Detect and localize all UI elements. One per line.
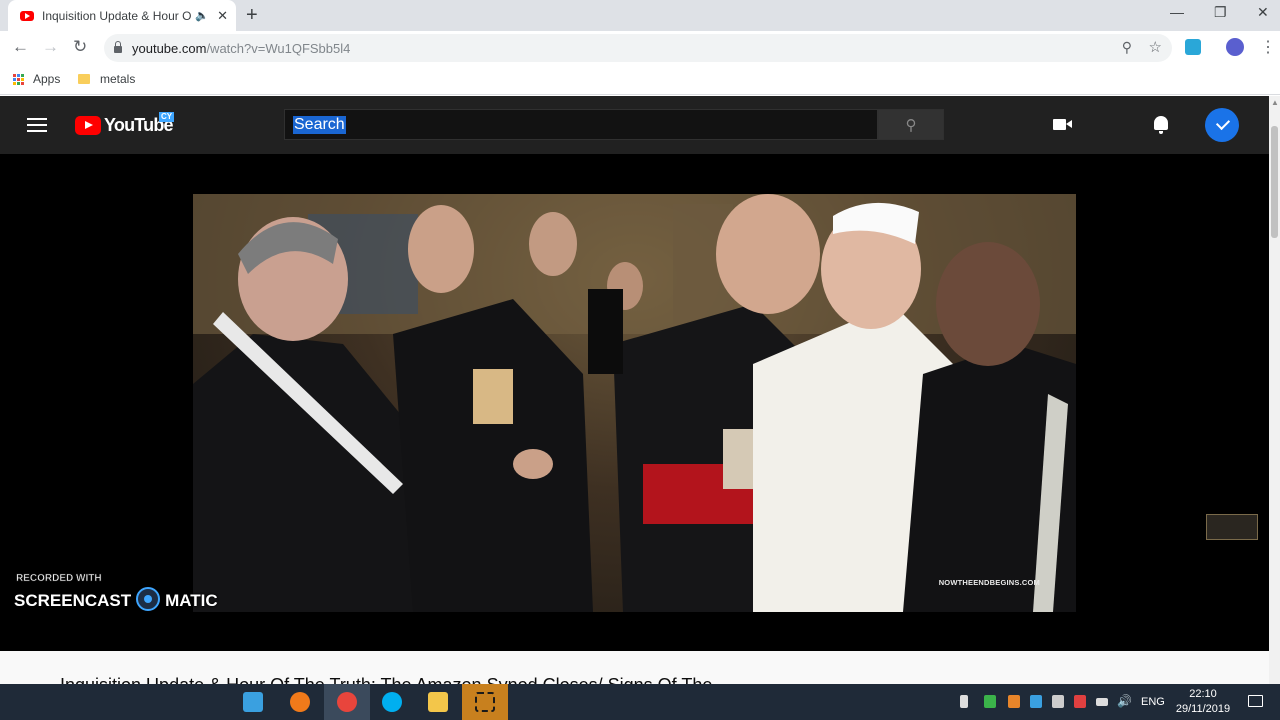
tab-strip: Inquisition Update & Hour Of The Truth 🔈… — [0, 0, 1280, 31]
taskbar-app-3d-builder[interactable] — [230, 684, 276, 720]
battery-icon[interactable] — [1096, 698, 1108, 706]
search-query-text: Search — [293, 115, 346, 134]
record-dot-icon — [136, 587, 161, 611]
folder-icon — [78, 74, 90, 84]
extension-icon[interactable] — [1185, 39, 1201, 55]
skype-icon — [382, 692, 402, 712]
window-close-icon[interactable]: ✕ — [1257, 4, 1269, 21]
firefox-icon — [290, 692, 310, 712]
system-clock[interactable]: 22:10 29/11/2019 — [1170, 687, 1236, 717]
hamburger-menu-icon[interactable] — [27, 118, 47, 132]
browser-toolbar: ← → ↻ youtube.com/watch?v=Wu1QFSbb5l4 ⚲ … — [0, 31, 1280, 65]
video-frame-image — [193, 194, 1076, 612]
video-player[interactable]: NOWTHEENDBEGINS.COM — [193, 194, 1076, 612]
apps-grid-icon — [13, 73, 24, 85]
cube-icon — [243, 692, 263, 712]
taskbar-app-chrome[interactable] — [324, 684, 370, 720]
clock-date: 29/11/2019 — [1175, 703, 1231, 715]
reload-icon[interactable]: ↻ — [73, 37, 87, 57]
zoom-icon[interactable]: ⚲ — [1122, 39, 1132, 56]
tray-app-icon[interactable] — [1008, 695, 1020, 708]
url-path: /watch?v=Wu1QFSbb5l4 — [206, 40, 351, 56]
action-center-icon[interactable] — [1248, 695, 1263, 707]
clock-time: 22:10 — [1189, 688, 1217, 700]
taskbar-app-screencast[interactable] — [462, 684, 508, 720]
tray-app-icon[interactable] — [1030, 695, 1042, 708]
screencast-brand: SCREENCAST MATIC — [14, 587, 218, 611]
taskbar-app-skype[interactable] — [369, 684, 415, 720]
scrollbar-thumb[interactable] — [1271, 126, 1278, 238]
url-host: youtube.com — [132, 40, 207, 56]
bookmark-star-icon[interactable]: ☆ — [1149, 38, 1162, 56]
bookmark-label: metals — [100, 72, 136, 86]
search-icon: ⚲ — [905, 116, 917, 134]
bookmark-label: Apps — [33, 72, 61, 86]
youtube-favicon-icon — [20, 10, 34, 21]
windows-taskbar: 🔊 ENG 22:10 29/11/2019 — [0, 684, 1280, 720]
screencast-brand-left: SCREENCAST — [14, 591, 132, 610]
tray-app-icon[interactable] — [1074, 695, 1086, 708]
scroll-up-arrow-icon[interactable]: ▲ — [1271, 98, 1279, 107]
bookmarks-bar: Apps metals — [0, 65, 1280, 95]
browser-tab[interactable]: Inquisition Update & Hour Of The Truth 🔈… — [8, 0, 236, 31]
youtube-logo[interactable]: YouTube CY — [75, 112, 175, 136]
minimize-icon[interactable]: — — [1170, 4, 1184, 20]
taskbar-app-firefox[interactable] — [277, 684, 323, 720]
chrome-menu-icon[interactable]: ⋮ — [1260, 37, 1276, 57]
taskbar-app-file-explorer[interactable] — [415, 684, 461, 720]
bookmark-apps[interactable]: Apps — [13, 72, 60, 86]
profile-avatar-icon[interactable] — [1226, 38, 1244, 56]
country-code-badge: CY — [159, 112, 175, 122]
language-indicator[interactable]: ENG — [1141, 696, 1165, 708]
back-arrow-icon[interactable]: ← — [12, 37, 29, 57]
create-video-icon[interactable] — [1053, 119, 1072, 130]
screen-capture-icon — [475, 692, 495, 712]
video-watermark: NOWTHEENDBEGINS.COM — [938, 578, 1040, 587]
restore-icon[interactable]: ❐ — [1214, 4, 1227, 21]
folder-icon — [428, 692, 448, 712]
address-bar[interactable]: youtube.com/watch?v=Wu1QFSbb5l4 ⚲ ☆ — [104, 34, 1172, 62]
recorded-with-label: RECORDED WITH — [16, 573, 102, 585]
forward-arrow-icon[interactable]: → — [42, 37, 59, 57]
tab-close-icon[interactable]: ✕ — [217, 8, 228, 24]
volume-icon[interactable]: 🔊 — [1117, 694, 1132, 708]
youtube-header: YouTube CY Search ⚲ — [0, 96, 1269, 154]
network-icon[interactable] — [1052, 695, 1064, 708]
channel-branding-watermark[interactable] — [1206, 514, 1258, 540]
lock-icon — [114, 41, 122, 53]
new-tab-button[interactable]: + — [246, 4, 258, 26]
page-scrollbar[interactable]: ▲ — [1269, 96, 1280, 684]
search-button[interactable]: ⚲ — [878, 109, 944, 140]
screencast-brand-right: MATIC — [165, 591, 218, 610]
bookmark-metals[interactable]: metals — [78, 72, 135, 86]
account-avatar[interactable] — [1205, 108, 1239, 142]
search-input[interactable]: Search — [284, 109, 878, 140]
speaker-icon[interactable]: 🔈 — [195, 9, 209, 22]
microphone-icon[interactable] — [960, 695, 968, 708]
notifications-bell-icon[interactable] — [1154, 116, 1168, 134]
tab-title: Inquisition Update & Hour Of The Truth — [42, 8, 192, 23]
youtube-play-icon — [75, 116, 101, 135]
chrome-icon — [337, 692, 357, 712]
shield-icon[interactable] — [984, 695, 996, 708]
